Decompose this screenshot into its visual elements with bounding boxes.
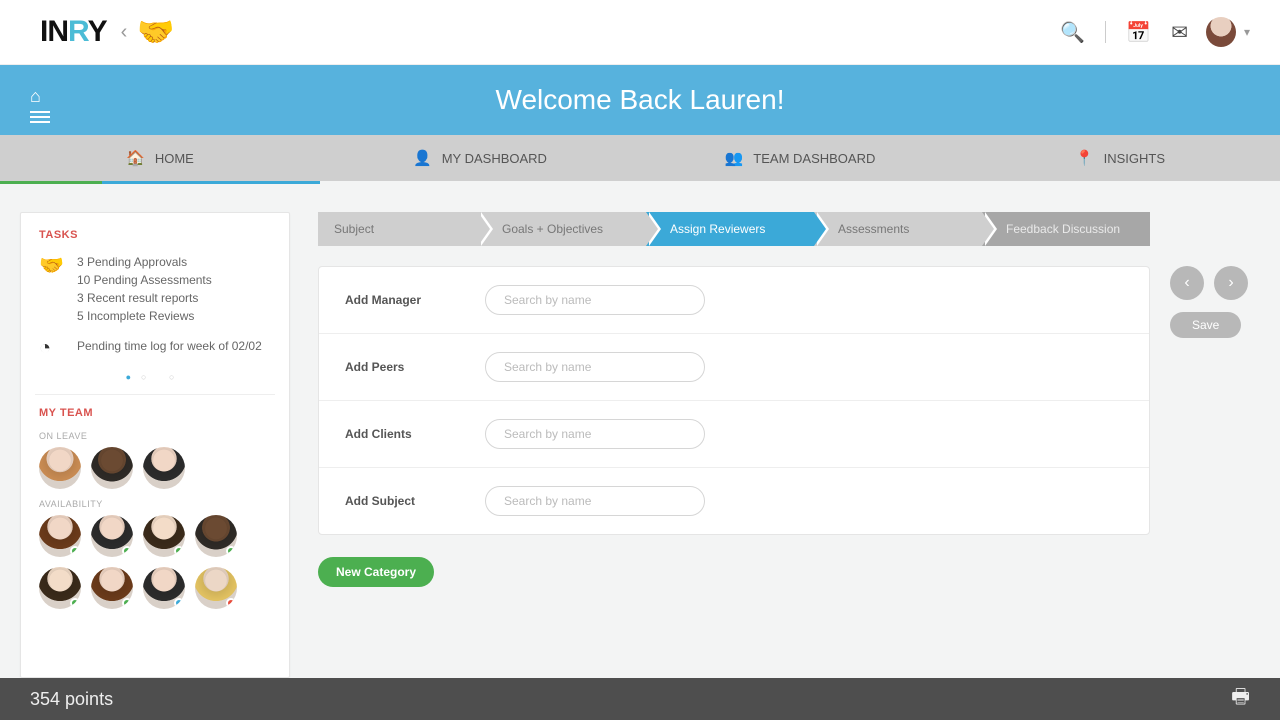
avatar[interactable] bbox=[143, 447, 185, 489]
reviewer-form: Add Manager Add Peers Add Clients Add Su… bbox=[318, 266, 1150, 535]
search-subject-input[interactable] bbox=[485, 486, 705, 516]
wizard-controls: ‹ › Save bbox=[1170, 212, 1260, 678]
row-add-clients: Add Clients bbox=[319, 401, 1149, 468]
insights-icon: 📍 bbox=[1075, 149, 1094, 167]
nav-tab-label: INSIGHTS bbox=[1104, 151, 1165, 166]
nav-tab-home[interactable]: 🏠 HOME bbox=[0, 135, 320, 181]
availability-title: AVAILABILITY bbox=[39, 499, 271, 509]
user-avatar[interactable] bbox=[1206, 17, 1236, 47]
user-icon: 👤 bbox=[413, 149, 432, 167]
logo: INRY bbox=[40, 15, 107, 49]
next-button[interactable]: › bbox=[1214, 266, 1248, 300]
tasks-timelog[interactable]: ◔ Pending time log for week of 02/02 bbox=[39, 337, 271, 360]
logo-text-r: R bbox=[68, 15, 88, 48]
hamburger-icon bbox=[30, 111, 50, 113]
step-goals[interactable]: Goals + Objectives bbox=[478, 212, 646, 246]
pager-dots[interactable]: ●○ ○ bbox=[39, 372, 271, 382]
my-team-title: MY TEAM bbox=[39, 407, 271, 419]
avatar[interactable] bbox=[91, 447, 133, 489]
sidebar-card: TASKS 🤝 3 Pending Approvals 10 Pending A… bbox=[20, 212, 290, 678]
banner-title: Welcome Back Lauren! bbox=[496, 84, 785, 116]
avatar[interactable] bbox=[195, 567, 237, 609]
search-manager-input[interactable] bbox=[485, 285, 705, 315]
print-icon[interactable]: 🖶 bbox=[1231, 682, 1250, 716]
save-button[interactable]: Save bbox=[1170, 312, 1241, 338]
avatar[interactable] bbox=[91, 515, 133, 557]
back-chevron-icon[interactable]: ‹ bbox=[121, 21, 128, 44]
home-icon: ⌂ bbox=[30, 87, 50, 105]
row-add-peers: Add Peers bbox=[319, 334, 1149, 401]
task-line: 3 Pending Approvals bbox=[77, 253, 212, 271]
search-clients-input[interactable] bbox=[485, 419, 705, 449]
divider bbox=[1105, 21, 1106, 43]
step-feedback[interactable]: Feedback Discussion bbox=[982, 212, 1150, 246]
avatar[interactable] bbox=[143, 515, 185, 557]
on-leave-avatars bbox=[39, 447, 271, 489]
logo-text-y: Y bbox=[88, 15, 107, 48]
mail-icon[interactable]: ✉ bbox=[1171, 20, 1188, 45]
handshake-icon: 🤝 bbox=[137, 15, 174, 50]
avatar[interactable] bbox=[39, 515, 81, 557]
nav-tab-label: MY DASHBOARD bbox=[442, 151, 547, 166]
footer-bar: 354 points 🖶 bbox=[0, 678, 1280, 720]
logo-text-in: IN bbox=[40, 15, 68, 48]
nav-progress bbox=[0, 181, 1280, 184]
separator bbox=[35, 394, 275, 395]
nav-tab-insights[interactable]: 📍 INSIGHTS bbox=[960, 135, 1280, 181]
label-add-clients: Add Clients bbox=[345, 427, 455, 441]
points-label: 354 points bbox=[30, 689, 113, 710]
step-assign-reviewers[interactable]: Assign Reviewers bbox=[646, 212, 814, 246]
main-nav: 🏠 HOME 👤 MY DASHBOARD 👥 TEAM DASHBOARD 📍… bbox=[0, 135, 1280, 181]
task-line: 3 Recent result reports bbox=[77, 289, 212, 307]
home-menu[interactable]: ⌂ bbox=[30, 87, 50, 113]
label-add-subject: Add Subject bbox=[345, 494, 455, 508]
avatar[interactable] bbox=[39, 567, 81, 609]
step-subject[interactable]: Subject bbox=[318, 212, 478, 246]
new-category-button[interactable]: New Category bbox=[318, 557, 434, 587]
home-icon: 🏠 bbox=[126, 149, 145, 167]
tasks-approvals[interactable]: 🤝 3 Pending Approvals 10 Pending Assessm… bbox=[39, 253, 271, 325]
team-icon: 👥 bbox=[725, 149, 744, 167]
top-bar: INRY ‹ 🤝 🔍 📅 ✉ ▾ bbox=[0, 0, 1280, 65]
tasks-title: TASKS bbox=[39, 229, 271, 241]
chevron-down-icon[interactable]: ▾ bbox=[1244, 25, 1250, 39]
wizard-steps: Subject Goals + Objectives Assign Review… bbox=[318, 212, 1150, 246]
nav-tab-my-dashboard[interactable]: 👤 MY DASHBOARD bbox=[320, 135, 640, 181]
row-add-subject: Add Subject bbox=[319, 468, 1149, 534]
avatar[interactable] bbox=[195, 515, 237, 557]
avatar[interactable] bbox=[143, 567, 185, 609]
nav-tab-team-dashboard[interactable]: 👥 TEAM DASHBOARD bbox=[640, 135, 960, 181]
label-add-peers: Add Peers bbox=[345, 360, 455, 374]
clock-icon: ◔ bbox=[39, 337, 65, 360]
calendar-icon[interactable]: 📅 bbox=[1126, 20, 1151, 45]
task-line: 5 Incomplete Reviews bbox=[77, 307, 212, 325]
on-leave-title: ON LEAVE bbox=[39, 431, 271, 441]
avatar[interactable] bbox=[39, 447, 81, 489]
search-icon[interactable]: 🔍 bbox=[1060, 20, 1085, 45]
search-peers-input[interactable] bbox=[485, 352, 705, 382]
label-add-manager: Add Manager bbox=[345, 293, 455, 307]
handshake-icon: 🤝 bbox=[39, 253, 65, 325]
task-line: 10 Pending Assessments bbox=[77, 271, 212, 289]
step-assessments[interactable]: Assessments bbox=[814, 212, 982, 246]
prev-button[interactable]: ‹ bbox=[1170, 266, 1204, 300]
welcome-banner: ⌂ Welcome Back Lauren! bbox=[0, 65, 1280, 135]
avatar[interactable] bbox=[91, 567, 133, 609]
availability-avatars bbox=[39, 515, 271, 609]
row-add-manager: Add Manager bbox=[319, 267, 1149, 334]
task-line: Pending time log for week of 02/02 bbox=[77, 337, 262, 360]
nav-tab-label: TEAM DASHBOARD bbox=[753, 151, 875, 166]
nav-tab-label: HOME bbox=[155, 151, 194, 166]
